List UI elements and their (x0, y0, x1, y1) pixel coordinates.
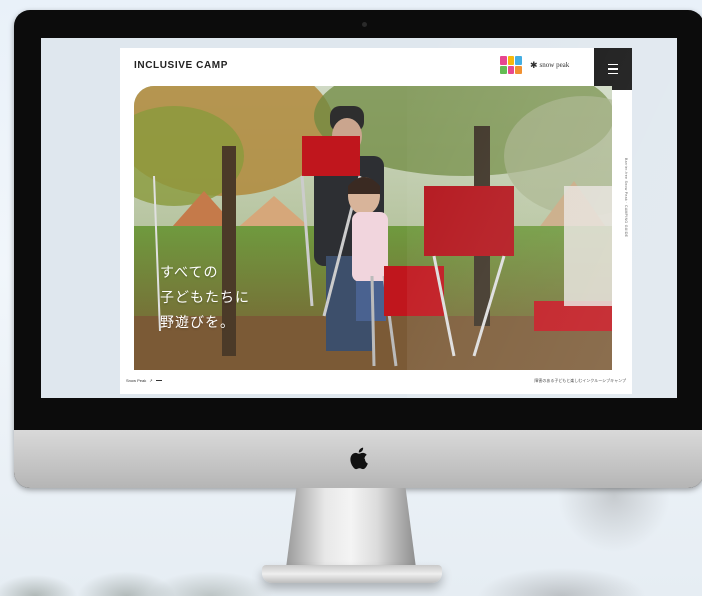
logo-tile (507, 56, 515, 65)
logo-tile (515, 65, 522, 74)
monitor-stand-base (262, 565, 442, 583)
logo-tile (500, 65, 507, 74)
vertical-caption: Barrier-free Snow Peak · CAMPING GUIDE (624, 158, 628, 238)
imac-monitor: INCLUSIVE CAMP ✱ snow peak すべての 子どもたちに 野… (14, 10, 702, 488)
snow-peak-logo-text: snow peak (539, 61, 570, 69)
apple-logo-icon (350, 447, 368, 470)
footer-left-label: Snow Peak (126, 378, 147, 383)
divider-line (155, 380, 162, 381)
logo-tile (515, 56, 522, 65)
website-page: INCLUSIVE CAMP ✱ snow peak すべての 子どもたちに 野… (120, 48, 632, 394)
site-logo[interactable]: INCLUSIVE CAMP (134, 60, 228, 71)
monitor-screen: INCLUSIVE CAMP ✱ snow peak すべての 子どもたちに 野… (41, 38, 677, 398)
logo-tile (507, 65, 515, 74)
partner-logo-colorful[interactable] (500, 56, 522, 74)
hamburger-icon (608, 63, 618, 66)
hamburger-icon-line (608, 68, 618, 70)
arrow-icon: ↗ (149, 378, 153, 383)
hero-line-1: すべての (160, 265, 219, 281)
snowflake-icon: ✱ (530, 59, 538, 70)
hamburger-icon-line (608, 72, 618, 75)
snow-peak-logo[interactable]: ✱ snow peak (530, 60, 569, 71)
hero-line-2: 子どもたちに (160, 290, 250, 306)
hero-copy: すべての 子どもたちに 野遊びを。 (160, 261, 250, 336)
hero-line-3: 野遊びを。 (160, 315, 235, 331)
partner-logos: ✱ snow peak (500, 56, 569, 74)
menu-button[interactable] (594, 48, 632, 90)
logo-tile (500, 56, 507, 65)
hero-image: すべての 子どもたちに 野遊びを。 (134, 86, 612, 370)
monitor-stand-neck (286, 488, 416, 568)
site-header: INCLUSIVE CAMP ✱ snow peak (120, 48, 632, 90)
footer-right-text: 障害のある子どもと楽しむインクルーシブキャンプ (534, 378, 626, 383)
footer-left-link[interactable]: Snow Peak ↗ (126, 378, 162, 383)
monitor-chin (14, 430, 702, 488)
camera-dot (362, 22, 367, 27)
